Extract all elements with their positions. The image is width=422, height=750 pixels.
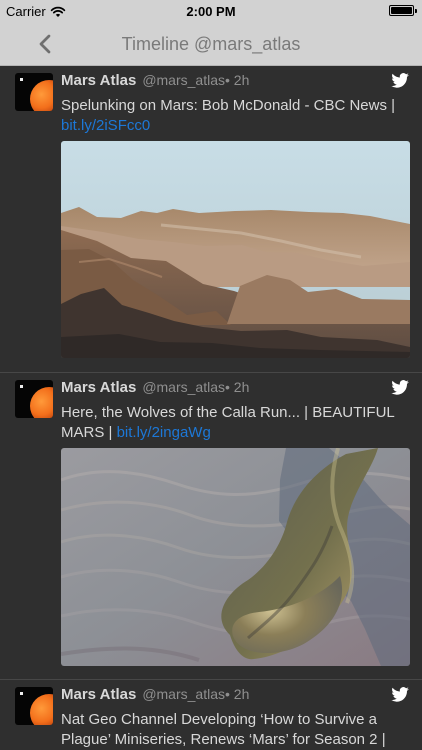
tweet-link[interactable]: bit.ly/2ingaWg [117,424,211,441]
tweet-handle: @mars_atlas [142,379,225,395]
twitter-icon[interactable] [390,380,410,396]
twitter-icon[interactable] [390,687,410,703]
tweet-time: • 2h [225,72,250,88]
tweet-text: Nat Geo Channel Developing ‘How to Survi… [61,710,406,750]
twitter-icon[interactable] [390,73,410,89]
status-time: 2:00 PM [186,4,236,19]
tweet-card[interactable]: Mars Atlas @mars_atlas • 2h Here, the Wo… [0,373,422,680]
tweet-text-content: Nat Geo Channel Developing ‘How to Survi… [61,711,386,748]
tweet-author[interactable]: Mars Atlas [61,72,136,89]
avatar[interactable] [15,73,53,111]
tweet-header: Mars Atlas @mars_atlas • 2h [61,686,410,710]
tweet-handle: @mars_atlas [142,686,225,702]
battery-level [391,7,412,14]
mars-surface-dunes-image [61,448,410,666]
tweet-header: Mars Atlas @mars_atlas • 2h [61,72,410,96]
tweet-header: Mars Atlas @mars_atlas • 2h [61,379,410,403]
navigation-bar: Timeline @mars_atlas [0,22,422,66]
avatar[interactable] [15,380,53,418]
tweet-text-content: Spelunking on Mars: Bob McDonald - CBC N… [61,97,396,114]
page-title: Timeline @mars_atlas [121,34,301,54]
avatar[interactable] [15,687,53,725]
tweet-link[interactable]: bit.ly/2iSFcc0 [61,117,150,134]
tweet-media-image[interactable] [61,448,410,666]
tweet-text: Spelunking on Mars: Bob McDonald - CBC N… [61,96,406,136]
tweet-handle: @mars_atlas [142,72,225,88]
tweet-time: • 2h [225,379,250,395]
tweet-text: Here, the Wolves of the Calla Run... | B… [61,403,406,443]
star-decoration [20,78,23,81]
tweet-media-image[interactable] [61,141,410,358]
tweet-text-content: Here, the Wolves of the Calla Run... | B… [61,404,395,441]
tweet-time: • 2h [225,686,250,702]
star-decoration [20,385,23,388]
mars-planet-avatar-image [30,387,53,418]
battery-icon [389,5,417,16]
tweet-card[interactable]: Mars Atlas @mars_atlas • 2h Nat Geo Chan… [0,680,422,750]
timeline-feed[interactable]: Mars Atlas @mars_atlas • 2h Spelunking o… [0,66,422,750]
star-decoration [20,692,23,695]
tweet-author[interactable]: Mars Atlas [61,379,136,396]
mars-mountain-landscape-image [61,141,410,358]
mars-planet-avatar-image [30,694,53,725]
status-bar: Carrier 2:00 PM [0,0,422,22]
mars-planet-avatar-image [30,80,53,111]
tweet-author[interactable]: Mars Atlas [61,686,136,703]
tweet-card[interactable]: Mars Atlas @mars_atlas • 2h Spelunking o… [0,66,422,373]
